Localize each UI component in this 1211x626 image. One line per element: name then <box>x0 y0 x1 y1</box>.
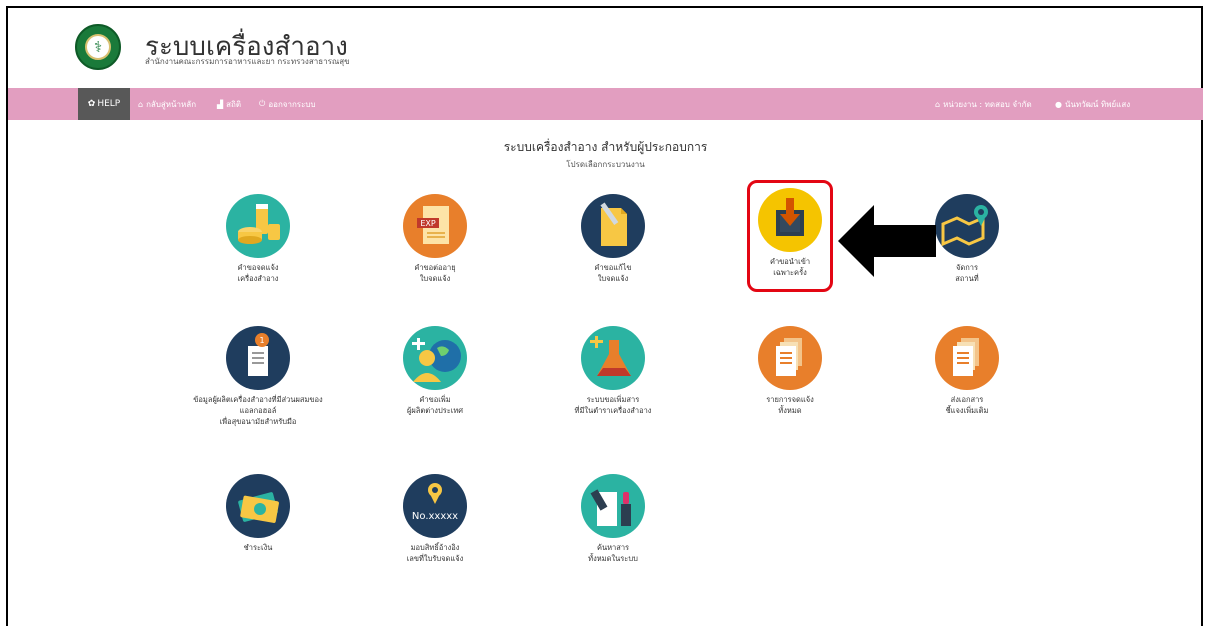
cosmetics-icon <box>226 194 290 258</box>
tile-label-line1: ระบบขอเพิ่มสาร <box>586 395 640 404</box>
nav-logout-link[interactable]: ⏻ ออกจากระบบ <box>259 88 316 120</box>
power-icon: ⏻ <box>259 99 266 108</box>
tile-label-line2: เลขที่ใบรับจดแจ้ง <box>406 554 464 563</box>
tile-label-line2: ทั้งหมด <box>778 406 802 415</box>
nav-stats-link[interactable]: ▟ สถิติ <box>217 88 241 120</box>
tile-edit-notification[interactable]: คำขอแก้ไข ใบจดแจ้ง <box>523 194 703 284</box>
document-pin-icon: 1 <box>226 326 290 390</box>
tile-label-line1: รายการจดแจ้ง <box>766 395 814 404</box>
tile-add-substance[interactable]: ระบบขอเพิ่มสาร ที่มีในตำราเครื่องสำอาง <box>523 326 703 416</box>
tile-label-line2: เครื่องสำอาง <box>237 274 279 283</box>
help-label: HELP <box>97 99 121 109</box>
tile-label-line1: คำขอต่ออายุ <box>414 263 456 272</box>
bar-chart-icon: ▟ <box>217 99 224 109</box>
globe-person-icon <box>403 326 467 390</box>
tile-label-line1: มอบสิทธิ์อ้างอิง <box>410 543 460 552</box>
documents-icon <box>758 326 822 390</box>
edit-document-icon <box>581 194 645 258</box>
navbar: ✿ HELP ⌂ กลับสู่หน้าหลัก ▟ สถิติ ⏻ ออกจา… <box>8 88 1203 120</box>
tile-label-line1: ข้อมูลผู้ผลิตเครื่องสำอางที่มีส่วนผสมของ <box>193 395 323 404</box>
tile-label-line1: คำขอจดแจ้ง <box>237 263 279 272</box>
nav-stats-label: สถิติ <box>226 99 242 109</box>
tile-label-line2: ที่มีในตำราเครื่องสำอาง <box>574 406 652 415</box>
pin-number: 1 <box>259 336 264 345</box>
location-number-icon: No.xxxxx <box>403 474 467 538</box>
tile-search-substances[interactable]: ค้นหาสาร ทั้งหมดในระบบ <box>523 474 703 564</box>
tile-add-foreign-manufacturer[interactable]: คำขอเพิ่ม ผู้ผลิตต่างประเทศ <box>345 326 525 416</box>
tile-label-line2: ชี้แจงเพิ่มเติม <box>945 406 989 415</box>
ministry-logo: ⚕ <box>75 24 121 70</box>
exp-document-icon: EXP <box>403 194 467 258</box>
gear-icon: ✿ <box>87 99 96 109</box>
tile-alcohol-manufacturer-info[interactable]: 1 ข้อมูลผู้ผลิตเครื่องสำอางที่มีส่วนผสมข… <box>168 326 348 427</box>
nav-agency[interactable]: ⌂ หน่วยงาน : ทดสอบ จำกัด <box>935 88 1032 120</box>
tile-reference-rights[interactable]: No.xxxxx มอบสิทธิ์อ้างอิง เลขที่ใบรับจดแ… <box>345 474 525 564</box>
help-button[interactable]: ✿ HELP <box>78 88 130 120</box>
nav-home-link[interactable]: ⌂ กลับสู่หน้าหลัก <box>138 88 196 120</box>
main-title: ระบบเครื่องสำอาง สำหรับผู้ประกอบการ <box>503 140 708 154</box>
map-pin-icon <box>935 194 999 258</box>
highlight-box <box>747 180 833 292</box>
home-icon: ⌂ <box>138 99 144 109</box>
bank-icon: ⌂ <box>935 99 941 109</box>
nav-agency-label: หน่วยงาน : ทดสอบ จำกัด <box>943 99 1032 109</box>
tile-label-line1: ค้นหาสาร <box>596 543 630 552</box>
tile-label-line2: แอลกอฮอล์ <box>239 406 277 415</box>
nav-user-label: นันทวัฒน์ ทิพย์แสง <box>1064 99 1131 109</box>
pointer-arrow-icon <box>838 205 936 277</box>
tile-label-line1: ส่งเอกสาร <box>950 395 984 404</box>
tile-submit-documents[interactable]: ส่งเอกสาร ชี้แจงเพิ่มเติม <box>877 326 1057 416</box>
tile-label-line2: ใบจดแจ้ง <box>597 274 629 283</box>
caduceus-icon: ⚕ <box>85 34 111 60</box>
tile-label-line2: ผู้ผลิตต่างประเทศ <box>406 406 464 415</box>
exp-label: EXP <box>420 219 436 228</box>
tile-payment[interactable]: ชำระเงิน <box>168 474 348 553</box>
nav-home-label: กลับสู่หน้าหลัก <box>146 99 197 109</box>
documents-icon <box>935 326 999 390</box>
tile-label-line3: เพื่อสุขอนามัยสำหรับมือ <box>219 417 297 426</box>
lipstick-icon <box>581 474 645 538</box>
nav-user[interactable]: ● นันทวัฒน์ ทิพย์แสง <box>1055 88 1130 120</box>
nav-logout-label: ออกจากระบบ <box>268 99 316 109</box>
tile-label-line1: ชำระเงิน <box>243 543 273 552</box>
tile-label-line1: คำขอแก้ไข <box>594 263 632 272</box>
money-icon <box>226 474 290 538</box>
tile-renew-notification[interactable]: EXP คำขอต่ออายุ ใบจดแจ้ง <box>345 194 525 284</box>
tile-label-line1: คำขอเพิ่ม <box>419 395 451 404</box>
tile-cosmetic-notification[interactable]: คำขอจดแจ้ง เครื่องสำอาง <box>168 194 348 284</box>
no-label: No.xxxxx <box>412 511 458 522</box>
main-subtitle: โปรดเลือกกระบวนงาน <box>566 160 645 169</box>
tile-all-notifications[interactable]: รายการจดแจ้ง ทั้งหมด <box>700 326 880 416</box>
tile-label-line2: ใบจดแจ้ง <box>419 274 451 283</box>
flask-icon <box>581 326 645 390</box>
site-subtitle: สำนักงานคณะกรรมการอาหารและยา กระทรวงสาธา… <box>145 57 350 66</box>
tile-label-line2: ทั้งหมดในระบบ <box>588 554 638 563</box>
user-icon: ● <box>1055 99 1062 109</box>
